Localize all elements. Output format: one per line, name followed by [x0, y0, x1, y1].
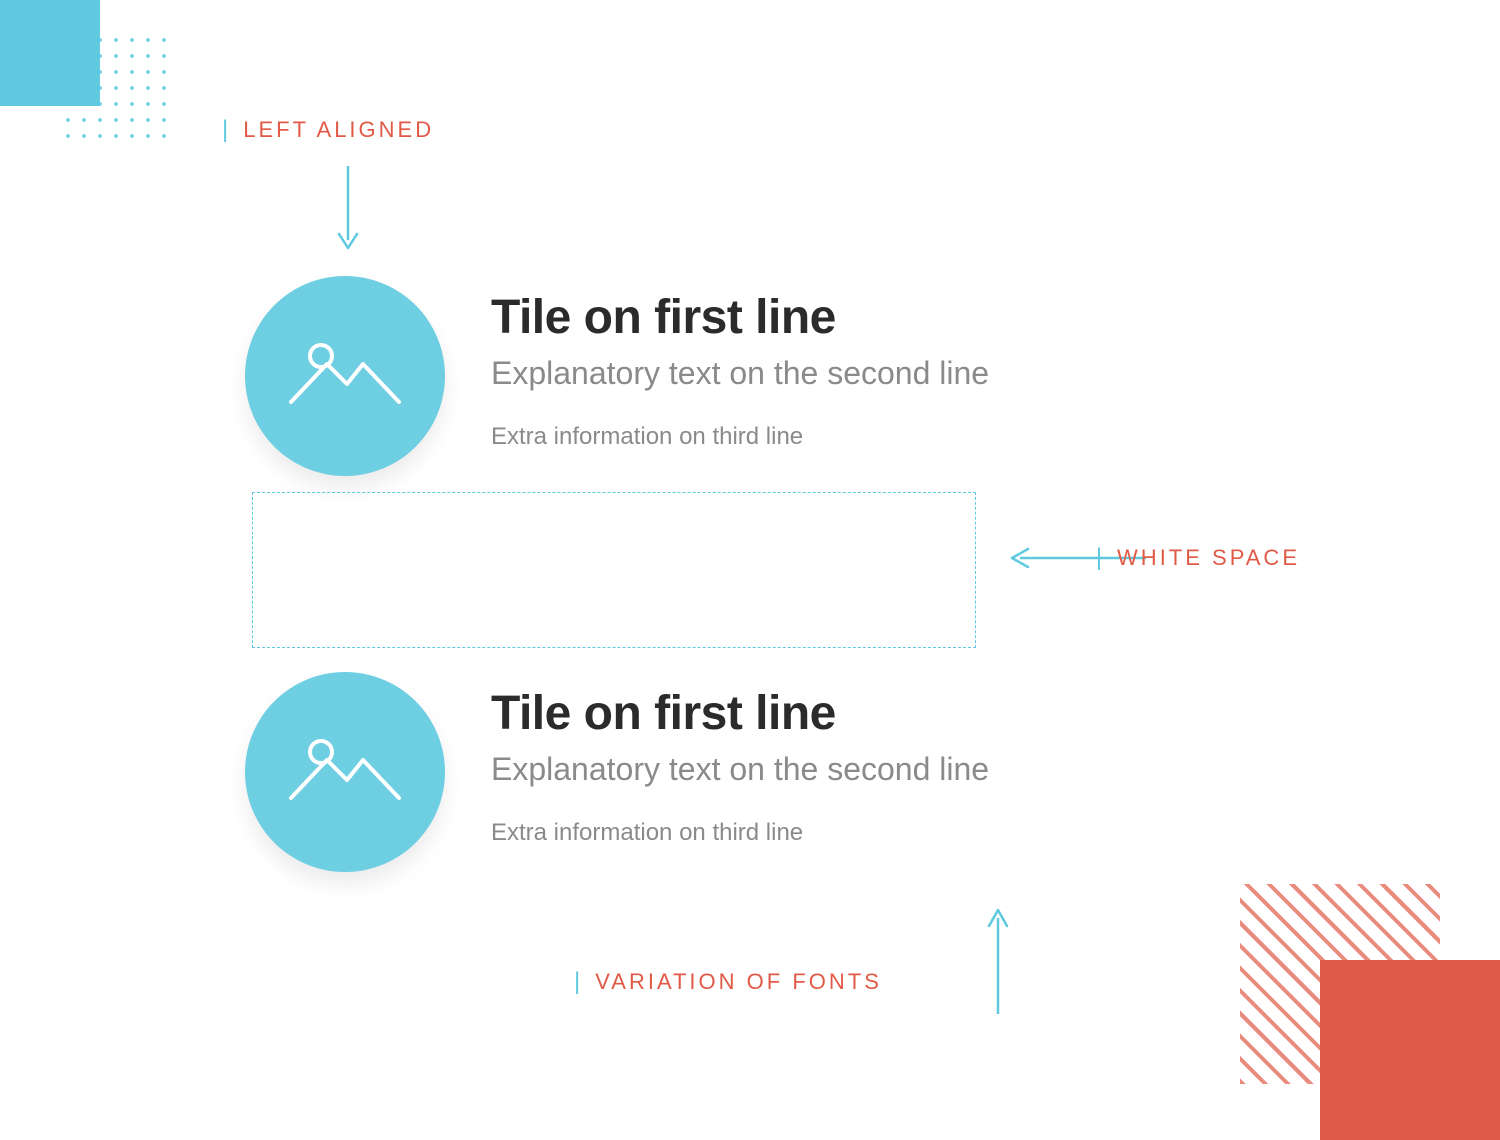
- tile-text-block: Tile on first line Explanatory text on t…: [491, 276, 989, 451]
- annotation-label: LEFT ALIGNED: [243, 117, 434, 143]
- annotation-white-space: | WHITE SPACE: [1096, 544, 1300, 572]
- list-item: Tile on first line Explanatory text on t…: [245, 672, 989, 872]
- decorative-dot-grid: [60, 32, 170, 142]
- arrow-down-icon: [336, 166, 360, 252]
- annotation-label: VARIATION OF FONTS: [595, 969, 882, 995]
- arrow-up-icon: [986, 904, 1010, 1014]
- image-placeholder-icon: [285, 334, 405, 419]
- tile-subtitle: Explanatory text on the second line: [491, 749, 989, 789]
- tile-extra: Extra information on third line: [491, 819, 989, 847]
- tile-extra: Extra information on third line: [491, 423, 989, 451]
- decorative-square-bottom-right: [1320, 960, 1500, 1140]
- tile-title: Tile on first line: [491, 688, 989, 741]
- image-placeholder-icon: [285, 730, 405, 815]
- annotation-label: WHITE SPACE: [1117, 545, 1300, 571]
- annotation-pipe-icon: |: [574, 968, 583, 996]
- annotation-pipe-icon: |: [222, 116, 231, 144]
- annotation-pipe-icon: |: [1096, 544, 1105, 572]
- tile-text-block: Tile on first line Explanatory text on t…: [491, 672, 989, 847]
- avatar: [245, 672, 445, 872]
- annotation-left-aligned: | LEFT ALIGNED: [222, 116, 434, 144]
- annotation-variation-of-fonts: | VARIATION OF FONTS: [574, 968, 882, 996]
- tile-title: Tile on first line: [491, 292, 989, 345]
- white-space-indicator-box: [252, 492, 976, 648]
- tile-subtitle: Explanatory text on the second line: [491, 353, 989, 393]
- list-item: Tile on first line Explanatory text on t…: [245, 276, 989, 476]
- avatar: [245, 276, 445, 476]
